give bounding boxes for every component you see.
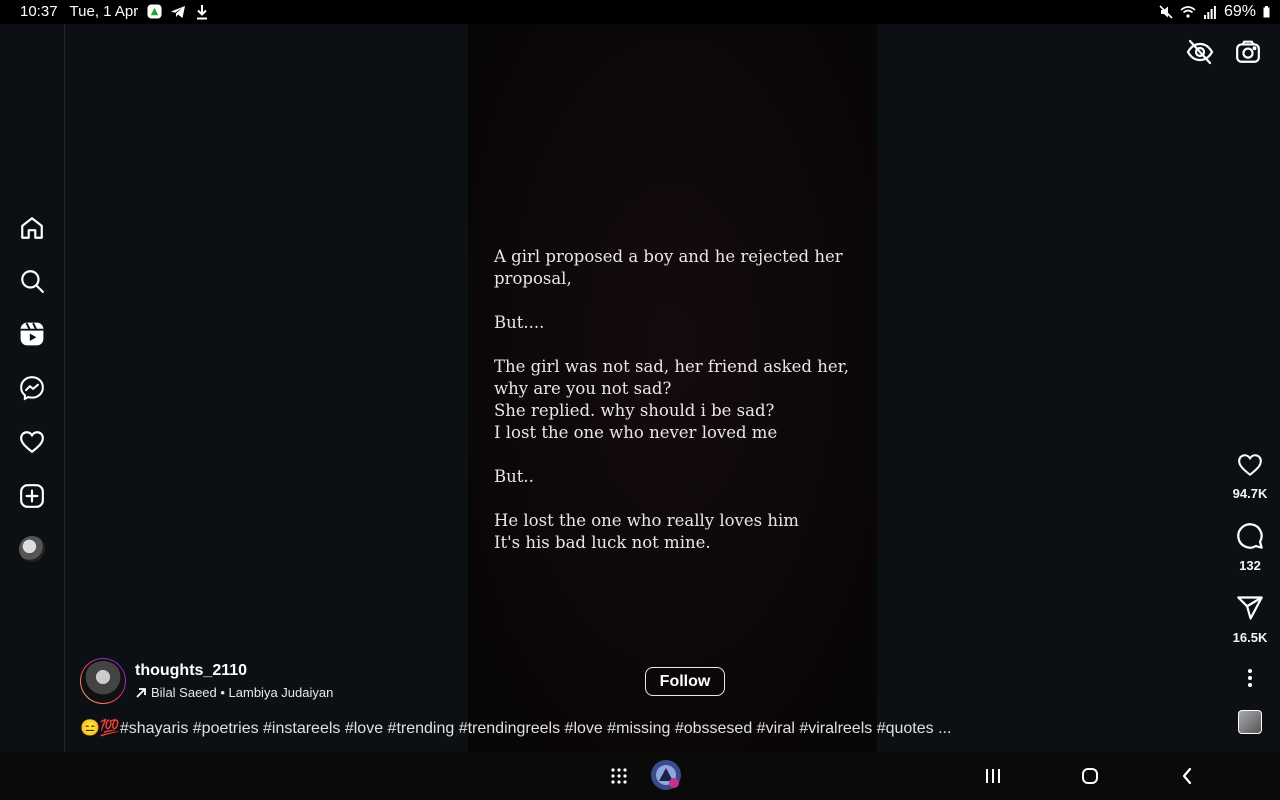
wifi-icon	[1180, 4, 1196, 20]
send-icon	[1237, 596, 1263, 620]
back-icon	[1182, 767, 1192, 785]
status-date: Tue, 1 Apr	[69, 3, 139, 20]
sidebar-item-notifications[interactable]	[16, 426, 48, 458]
battery-icon	[1262, 4, 1270, 20]
comment-action: 132	[1228, 522, 1272, 573]
app-drawer-button[interactable]	[607, 764, 631, 788]
owner-username[interactable]: thoughts_2110	[135, 662, 333, 680]
audio-action	[1228, 710, 1272, 734]
status-bar: 10:37 Tue, 1 Apr 69%	[0, 0, 1280, 24]
mute-icon	[1158, 4, 1174, 20]
system-navigation-bar	[0, 752, 1280, 800]
app-notification-icon	[146, 4, 162, 20]
comment-button[interactable]: 132	[1228, 522, 1272, 573]
more-options-button[interactable]	[1228, 668, 1272, 688]
follow-button[interactable]: Follow	[645, 667, 725, 696]
sidebar-item-search[interactable]	[16, 265, 48, 297]
share-action: 16.5K	[1228, 594, 1272, 645]
reel-overlay-text: A girl proposed a boy and he rejected he…	[494, 247, 849, 552]
home-icon	[21, 217, 43, 239]
audio-title: Bilal Saeed • Lambiya Judaiyan	[151, 685, 334, 700]
like-action: 94.7K	[1228, 452, 1272, 501]
back-button[interactable]	[1175, 764, 1199, 788]
download-icon	[194, 4, 210, 20]
recent-app-button[interactable]	[650, 759, 682, 791]
share-button[interactable]: 16.5K	[1228, 594, 1272, 645]
top-actions	[1186, 38, 1262, 66]
trending-arrow-icon	[136, 687, 146, 698]
reel-video[interactable]: A girl proposed a boy and he rejected he…	[468, 24, 877, 752]
grid-icon	[611, 768, 627, 784]
comment-icon	[1237, 523, 1263, 549]
share-count: 16.5K	[1232, 630, 1268, 645]
more-action	[1228, 668, 1272, 688]
owner-avatar-button[interactable]	[80, 658, 126, 704]
heart-icon	[20, 431, 44, 454]
heart-icon	[1238, 454, 1262, 477]
instagram-reels-view: A girl proposed a boy and he rejected he…	[0, 24, 1280, 752]
hide-button[interactable]	[1186, 38, 1214, 66]
recents-button[interactable]	[981, 764, 1005, 788]
instagram-app-icon	[651, 760, 681, 790]
reels-icon	[20, 322, 44, 346]
sidebar-nav	[0, 24, 65, 752]
status-time: 10:37	[20, 3, 58, 20]
sidebar-item-home[interactable]	[16, 212, 48, 244]
camera-icon	[1236, 40, 1260, 63]
sidebar-item-reels[interactable]	[16, 318, 48, 350]
sidebar-item-profile[interactable]	[16, 533, 48, 565]
audio-thumbnail-button[interactable]	[1228, 710, 1272, 734]
messenger-icon	[20, 376, 44, 401]
sidebar-item-messages[interactable]	[16, 372, 48, 404]
owner-avatar	[81, 659, 125, 703]
like-count: 94.7K	[1232, 486, 1268, 501]
battery-percent: 69%	[1223, 3, 1256, 20]
comment-count: 132	[1239, 558, 1261, 573]
like-button[interactable]: 94.7K	[1228, 452, 1272, 501]
audio-thumbnail	[1238, 710, 1262, 734]
profile-avatar	[19, 536, 45, 562]
recents-icon	[986, 769, 1000, 783]
search-icon	[21, 270, 44, 293]
reel-owner: thoughts_2110 Bilal Saeed • Lambiya Juda…	[80, 658, 333, 704]
audio-link[interactable]: Bilal Saeed • Lambiya Judaiyan	[135, 685, 333, 700]
create-icon	[20, 484, 44, 508]
more-vertical-icon	[1248, 669, 1252, 687]
home-button[interactable]	[1078, 764, 1102, 788]
eye-off-icon	[1186, 39, 1214, 65]
camera-button[interactable]	[1234, 38, 1262, 66]
telegram-icon	[170, 4, 186, 20]
signal-icon	[1202, 4, 1218, 20]
sidebar-item-create[interactable]	[16, 480, 48, 512]
reel-caption[interactable]: 😑💯#shayaris #poetries #instareels #love …	[80, 718, 1000, 738]
home-circle-icon	[1082, 768, 1098, 784]
